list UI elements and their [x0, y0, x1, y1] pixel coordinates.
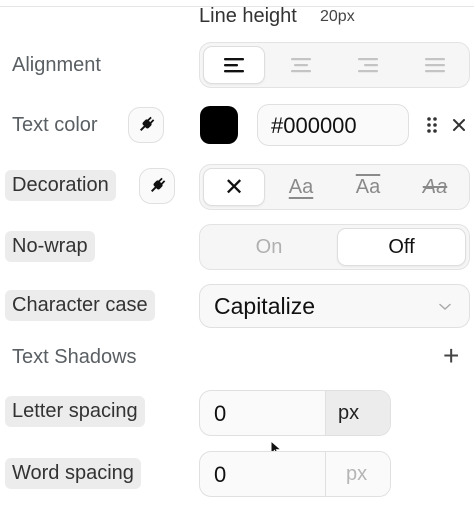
strikethrough-sample: Aa: [422, 175, 448, 198]
word-spacing-input[interactable]: 0 px: [199, 451, 391, 497]
text-shadows-row: Text Shadows +: [0, 340, 474, 376]
no-wrap-off-button[interactable]: Off: [337, 228, 466, 266]
decoration-underline-button[interactable]: Aa: [270, 168, 332, 206]
hex-color-value: #000000: [271, 113, 357, 138]
alignment-row: Alignment: [0, 40, 474, 90]
overline-sample: Aa: [355, 175, 381, 198]
text-color-label: Text color: [12, 114, 98, 136]
chevron-down-icon: [439, 303, 451, 311]
character-case-select[interactable]: Capitalize: [199, 284, 470, 328]
alignment-segmented-control: [199, 42, 470, 88]
word-spacing-label: Word spacing: [5, 458, 141, 489]
decoration-label: Decoration: [5, 170, 116, 201]
align-justify-icon: [425, 58, 445, 73]
line-height-value[interactable]: 20px: [320, 8, 355, 26]
align-left-button[interactable]: [203, 46, 265, 84]
align-left-icon: [224, 58, 244, 73]
no-wrap-label: No-wrap: [5, 231, 95, 262]
align-right-icon: [358, 58, 378, 73]
letter-spacing-value: 0: [214, 401, 227, 426]
no-wrap-off-label: Off: [388, 235, 415, 258]
letter-spacing-row: Letter spacing 0 px: [0, 388, 474, 457]
word-spacing-row: Word spacing 0 px: [0, 448, 474, 498]
letter-spacing-unit-box[interactable]: px: [325, 391, 390, 435]
plug-icon: [139, 116, 155, 132]
word-spacing-value: 0: [214, 462, 227, 487]
decoration-segmented-control: ✕ Aa Aa Aa: [199, 164, 470, 210]
decoration-overline-button[interactable]: Aa: [337, 168, 399, 206]
no-wrap-row: No-wrap On Off: [0, 222, 474, 272]
no-wrap-on-button[interactable]: On: [203, 228, 335, 266]
character-case-label: Character case: [5, 290, 155, 321]
align-justify-button[interactable]: [404, 46, 466, 84]
letter-spacing-label: Letter spacing: [5, 396, 145, 427]
text-color-row: Text color #000000: [0, 100, 474, 150]
word-spacing-unit-box[interactable]: px: [325, 452, 390, 496]
decoration-strikethrough-button[interactable]: Aa: [404, 168, 466, 206]
line-height-label: Line height: [199, 5, 297, 27]
close-icon[interactable]: [452, 118, 466, 132]
decoration-bind-button[interactable]: [139, 168, 175, 204]
alignment-label: Alignment: [12, 54, 101, 76]
text-shadows-label: Text Shadows: [12, 346, 137, 368]
plug-icon: [150, 177, 166, 193]
character-case-value: Capitalize: [214, 293, 315, 319]
drag-handle-icon[interactable]: [426, 116, 438, 134]
hex-color-input[interactable]: #000000: [257, 104, 409, 146]
letter-spacing-input[interactable]: 0 px: [199, 390, 391, 436]
letter-spacing-unit: px: [338, 402, 360, 424]
decoration-row: Decoration ✕ Aa Aa Aa: [0, 162, 474, 212]
line-height-row: Line height 20px: [0, 0, 474, 30]
underline-sample: Aa: [288, 175, 314, 198]
text-color-bind-button[interactable]: [128, 107, 164, 143]
no-wrap-toggle: On Off: [199, 224, 470, 270]
align-center-button[interactable]: [270, 46, 332, 84]
no-wrap-on-label: On: [255, 235, 283, 258]
decoration-none-icon: ✕: [223, 173, 245, 201]
add-shadow-icon[interactable]: +: [443, 340, 459, 372]
align-right-button[interactable]: [337, 46, 399, 84]
decoration-none-button[interactable]: ✕: [203, 168, 265, 206]
color-swatch[interactable]: [200, 106, 238, 144]
word-spacing-unit: px: [346, 463, 368, 485]
align-center-icon: [291, 58, 311, 73]
character-case-row: Character case Capitalize: [0, 282, 474, 332]
